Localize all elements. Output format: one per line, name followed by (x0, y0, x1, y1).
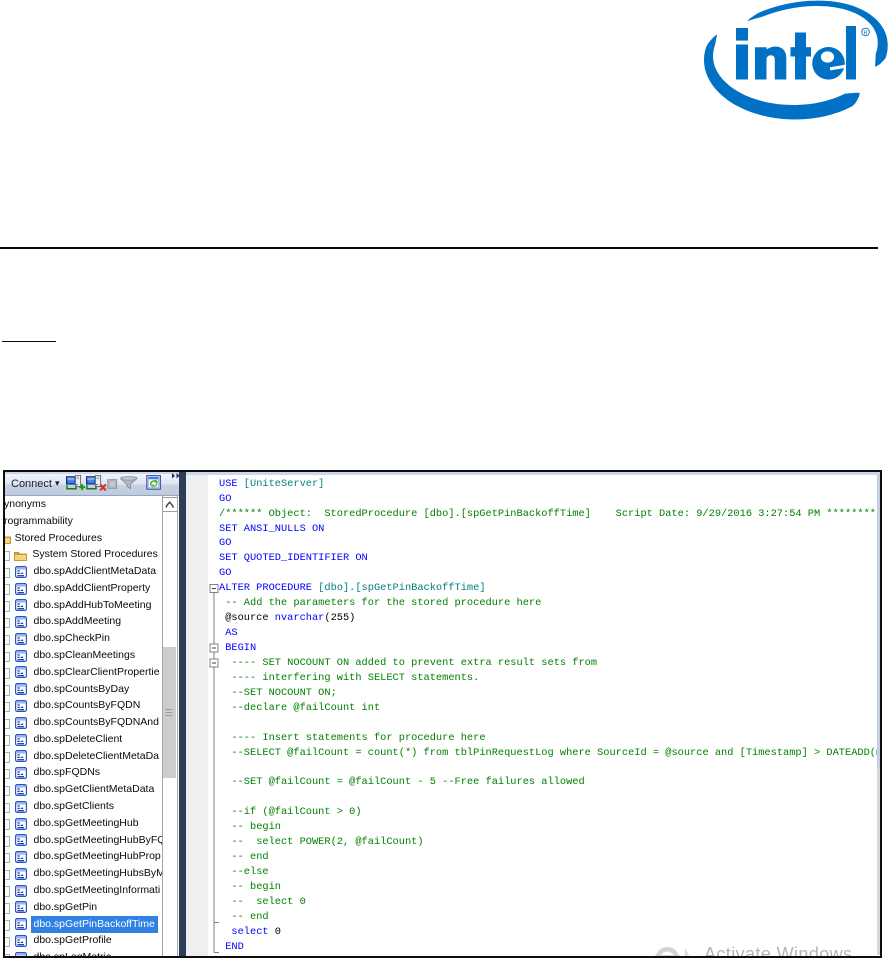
svg-text:R: R (864, 30, 868, 36)
